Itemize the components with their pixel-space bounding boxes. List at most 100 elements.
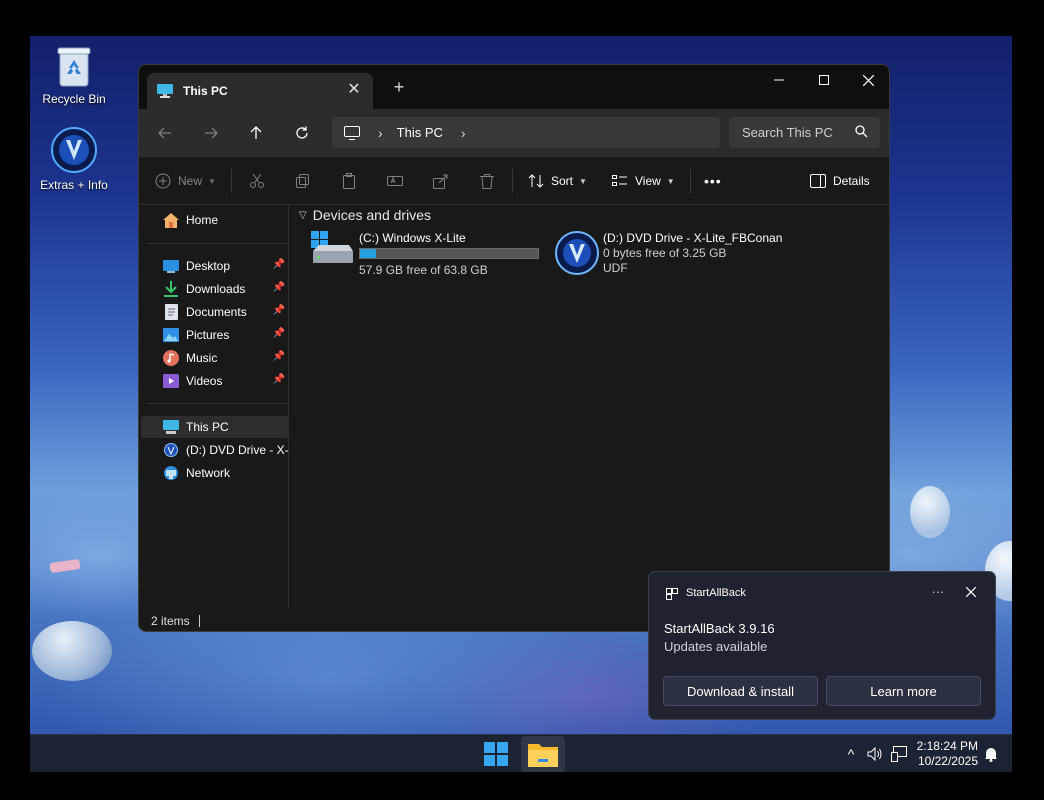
network-icon	[163, 465, 179, 481]
paste-button[interactable]	[341, 171, 357, 191]
pin-icon[interactable]: 📌	[273, 305, 285, 316]
windows-logo-icon	[484, 742, 508, 766]
drive-file-system: UDF	[603, 261, 628, 275]
pin-icon[interactable]: 📌	[273, 374, 285, 385]
tab-close-icon[interactable]: ✕	[345, 81, 363, 99]
chevron-right-icon[interactable]: ›	[461, 125, 466, 141]
minimize-button[interactable]	[757, 65, 801, 95]
sidebar-item-downloads[interactable]: Downloads 📌	[141, 278, 289, 300]
startallback-icon	[666, 588, 678, 600]
plus-circle-icon	[155, 173, 171, 189]
toast-message: Updates available	[664, 639, 768, 654]
clock[interactable]: 2:18:24 PM 10/22/2025	[914, 739, 978, 769]
wallpaper-sphere	[32, 621, 112, 681]
arrow-up-icon	[250, 126, 262, 139]
volume-icon[interactable]	[864, 743, 886, 765]
toast-more-button[interactable]: ···	[927, 584, 949, 599]
pin-icon[interactable]: 📌	[273, 282, 285, 293]
cut-button[interactable]	[249, 171, 265, 191]
address-bar[interactable]: › This PC ›	[332, 117, 720, 148]
pin-icon[interactable]: 📌	[273, 328, 285, 339]
toast-close-button[interactable]	[962, 583, 980, 601]
sort-button[interactable]: Sort ▼	[528, 171, 587, 191]
sidebar-item-label: Pictures	[186, 328, 230, 342]
search-icon	[855, 125, 868, 138]
drive-usage-fill	[360, 249, 377, 258]
view-list-icon	[612, 175, 627, 186]
learn-more-button[interactable]: Learn more	[826, 676, 981, 706]
tray-overflow-chevron[interactable]: ^	[843, 743, 859, 765]
sidebar-item-label: Desktop	[186, 259, 231, 273]
toast-app-name: StartAllBack	[686, 587, 746, 599]
up-button[interactable]	[244, 121, 268, 145]
close-icon	[966, 587, 976, 597]
drive-c[interactable]: (C:) Windows X-Lite 57.9 GB free of 63.8…	[311, 231, 551, 279]
sidebar-item-music[interactable]: Music 📌	[141, 347, 289, 369]
pin-icon[interactable]: 📌	[273, 351, 285, 362]
share-button[interactable]	[433, 171, 449, 191]
search-box[interactable]: Search This PC	[729, 117, 880, 148]
new-tab-button[interactable]: +	[389, 77, 409, 97]
pin-icon[interactable]: 📌	[273, 259, 285, 270]
see-more-button[interactable]: •••	[704, 171, 722, 191]
home-icon	[163, 212, 179, 228]
documents-folder-icon	[163, 304, 179, 320]
more-icon: •••	[704, 173, 722, 189]
details-button[interactable]: Details	[810, 171, 870, 191]
view-button[interactable]: View ▼	[612, 171, 675, 191]
breadcrumb-this-pc[interactable]: This PC	[397, 125, 443, 140]
sidebar-item-label: (D:) DVD Drive - X-Lite_FBConan	[186, 443, 289, 457]
this-pc-icon	[163, 419, 179, 435]
music-folder-icon	[163, 350, 179, 366]
maximize-button[interactable]	[802, 65, 846, 95]
notification-toast[interactable]: StartAllBack ··· StartAllBack 3.9.16 Upd…	[648, 571, 996, 720]
copy-button[interactable]	[295, 171, 311, 191]
network-tray-icon[interactable]	[888, 743, 910, 765]
sidebar-item-dvd-drive[interactable]: (D:) DVD Drive - X-Lite_FBConan	[141, 439, 289, 461]
navigation-pane: Home Desktop 📌 Downloads 📌 Documents 📌 P	[139, 205, 289, 609]
tab-this-pc[interactable]: This PC ✕	[147, 73, 373, 109]
command-bar: New ▼ Sort ▼ View ▼ ••• Details	[139, 157, 889, 205]
sidebar-item-desktop[interactable]: Desktop 📌	[141, 255, 289, 277]
group-header-devices[interactable]: ▽ Devices and drives	[299, 207, 431, 223]
delete-button[interactable]	[479, 171, 495, 191]
desktop-icon-label: Extras + Info	[40, 178, 108, 192]
divider	[690, 169, 691, 193]
chevron-down-icon: ▼	[579, 176, 587, 186]
arrow-left-icon	[158, 127, 171, 139]
sidebar-item-videos[interactable]: Videos 📌	[141, 370, 289, 392]
start-button[interactable]	[474, 736, 518, 772]
dvd-drive-icon	[163, 442, 179, 458]
close-window-button[interactable]	[846, 65, 889, 95]
sidebar-item-network[interactable]: Network	[141, 462, 289, 484]
tab-title: This PC	[183, 84, 228, 98]
desktop-icon-recycle-bin[interactable]: Recycle Bin	[30, 44, 119, 106]
sort-label: Sort	[551, 174, 574, 188]
videos-folder-icon	[163, 373, 179, 389]
sidebar-item-documents[interactable]: Documents 📌	[141, 301, 289, 323]
desktop-icon-extras-info[interactable]: Extras + Info	[30, 126, 119, 192]
hard-drive-icon	[311, 231, 353, 263]
chevron-down-icon: ▼	[208, 176, 216, 186]
taskbar: ^ 2:18:24 PM 10/22/2025	[30, 734, 1012, 772]
rename-button[interactable]	[387, 171, 403, 191]
notification-bell-icon[interactable]	[982, 743, 1000, 765]
details-pane-icon	[810, 174, 826, 188]
refresh-button[interactable]	[290, 121, 314, 145]
sidebar-item-label: Music	[186, 351, 218, 365]
divider	[231, 169, 232, 193]
sidebar-item-pictures[interactable]: Pictures 📌	[141, 324, 289, 346]
new-button[interactable]: New ▼	[155, 171, 216, 191]
refresh-icon	[296, 126, 308, 139]
folder-icon	[528, 744, 558, 767]
sidebar-item-this-pc[interactable]: This PC	[141, 416, 289, 438]
back-button[interactable]	[153, 121, 177, 145]
group-header-label: Devices and drives	[312, 207, 431, 223]
forward-button[interactable]	[199, 121, 223, 145]
arrow-right-icon	[205, 127, 218, 139]
download-install-button[interactable]: Download & install	[663, 676, 818, 706]
taskbar-file-explorer[interactable]	[521, 736, 565, 772]
drive-d[interactable]: (D:) DVD Drive - X-Lite_FBConan 0 bytes …	[555, 231, 855, 279]
details-label: Details	[833, 174, 870, 188]
sidebar-item-home[interactable]: Home	[141, 209, 289, 231]
